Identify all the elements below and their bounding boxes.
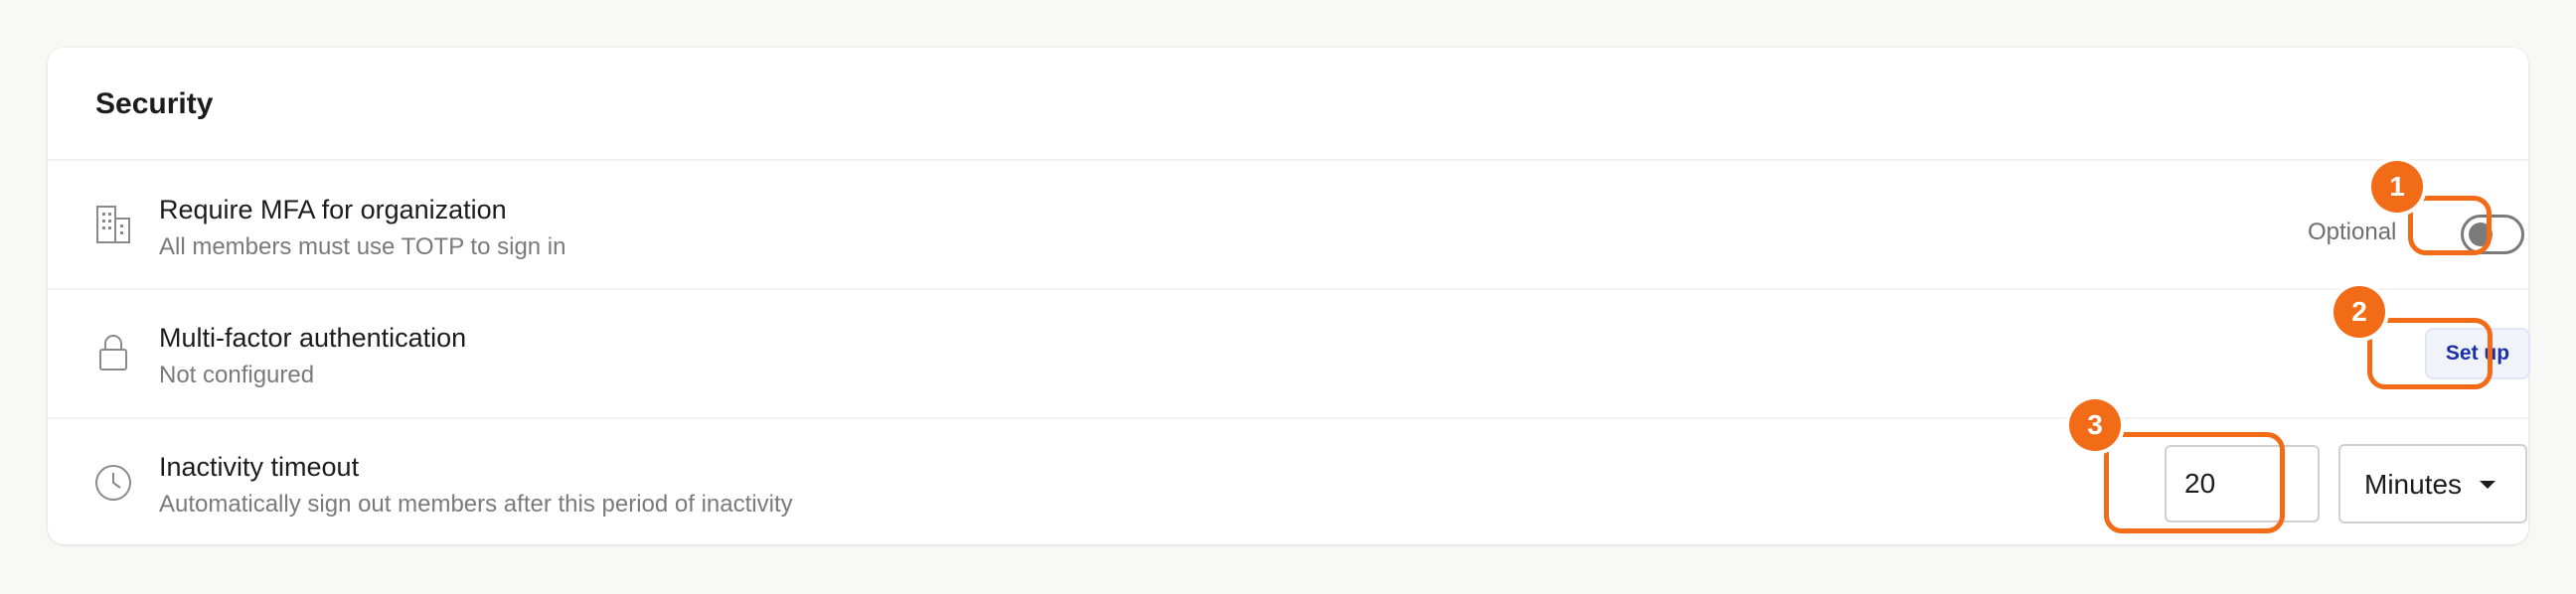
section-title: Security (95, 87, 214, 120)
setup-mfa-button[interactable]: Set up (2425, 328, 2530, 379)
row-subtitle: All members must use TOTP to sign in (159, 233, 566, 260)
annotation-badge-1: 1 (2371, 161, 2423, 213)
security-card: Security Require MFA for organization Al… (48, 48, 2530, 546)
timeout-value-input[interactable] (2165, 445, 2320, 522)
chevron-down-icon (2480, 481, 2496, 489)
row-mfa: Multi-factor authentication Not configur… (48, 290, 2530, 417)
toggle-knob (2469, 223, 2493, 246)
row-title: Multi-factor authentication (159, 323, 467, 353)
annotation-badge-2: 2 (2334, 286, 2385, 338)
building-icon (96, 206, 130, 243)
row-require-mfa: Require MFA for organization All members… (48, 161, 2528, 288)
timeout-unit-select[interactable]: Minutes (2338, 444, 2527, 523)
require-mfa-toggle[interactable] (2461, 215, 2524, 254)
row-inactivity-timeout: Inactivity timeout Automatically sign ou… (48, 419, 2528, 546)
clock-icon (95, 465, 131, 501)
row-title: Require MFA for organization (159, 195, 507, 224)
mfa-status-label: Optional (2308, 219, 2397, 245)
row-subtitle: Not configured (159, 362, 315, 388)
row-subtitle: Automatically sign out members after thi… (159, 491, 793, 518)
unit-selected-label: Minutes (2364, 469, 2463, 500)
row-title: Inactivity timeout (159, 452, 360, 482)
annotation-badge-3: 3 (2069, 399, 2121, 451)
lock-icon (99, 335, 127, 371)
